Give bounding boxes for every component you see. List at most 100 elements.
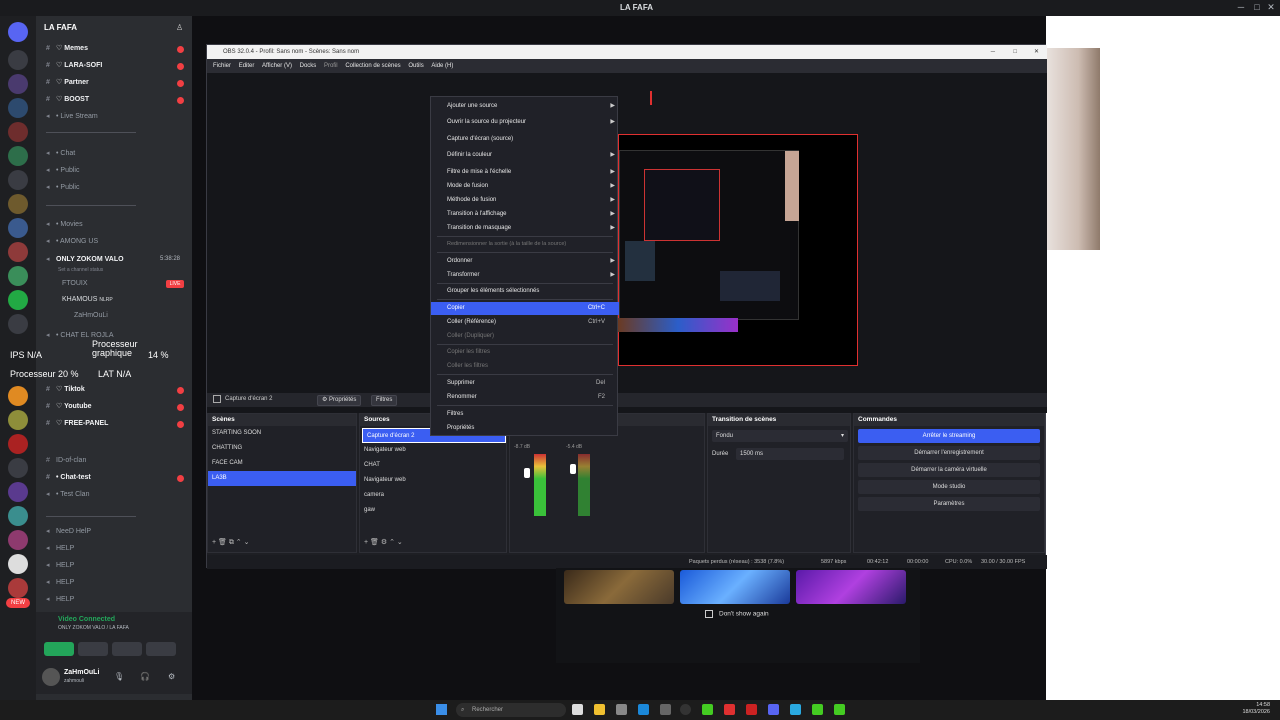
- scene-item[interactable]: CHATTING: [208, 441, 356, 456]
- windows-start-icon[interactable]: [436, 704, 447, 715]
- menu-item-blend-mode[interactable]: Mode de fusion ▶: [431, 180, 619, 193]
- volume-slider[interactable]: [570, 464, 576, 474]
- channel-item[interactable]: ◂ NeeD HelP: [46, 525, 91, 539]
- server-icon[interactable]: [8, 410, 28, 430]
- channel-item[interactable]: ◂ HELP: [46, 542, 74, 556]
- channel-item[interactable]: ◂ • Test Clan: [46, 488, 89, 502]
- menu-item-properties[interactable]: Propriétés: [431, 422, 619, 435]
- stop-streaming-button[interactable]: Arrêter le streaming: [858, 429, 1040, 443]
- app-icon[interactable]: [724, 704, 735, 715]
- server-icon[interactable]: [8, 50, 28, 70]
- avatar[interactable]: [42, 668, 60, 686]
- voice-member[interactable]: KHAMOUS NLRP: [62, 293, 113, 307]
- server-icon[interactable]: [8, 194, 28, 214]
- source-item[interactable]: CHAT: [360, 458, 506, 473]
- menu-item-filters[interactable]: Filtres: [431, 408, 619, 421]
- properties-button[interactable]: ⚙ Propriétés: [317, 395, 362, 406]
- menu-edit[interactable]: Editer: [239, 59, 255, 73]
- server-icon[interactable]: [8, 218, 28, 238]
- server-icon[interactable]: [8, 74, 28, 94]
- voice-connected-sub[interactable]: ONLY ZOKOM VALO / LA FAFA: [58, 625, 129, 631]
- menu-scene-collection[interactable]: Collection de scènes: [345, 59, 400, 73]
- menu-profile[interactable]: Profil: [324, 59, 338, 73]
- browser-icon[interactable]: [790, 704, 801, 715]
- discord-icon[interactable]: [768, 704, 779, 715]
- channel-item[interactable]: # ♡ FREE-PANEL: [46, 417, 108, 431]
- mic-icon[interactable]: 🎙: [114, 672, 124, 681]
- scene-item[interactable]: FACE CAM: [208, 456, 356, 471]
- scene-item[interactable]: LA3B: [208, 471, 356, 486]
- razer-icon[interactable]: [812, 704, 823, 715]
- menu-help[interactable]: Aide (H): [431, 59, 453, 73]
- source-item[interactable]: Navigateur web: [360, 443, 506, 458]
- app-icon[interactable]: [660, 704, 671, 715]
- settings-app-icon[interactable]: [616, 704, 627, 715]
- file-explorer-icon[interactable]: [594, 704, 605, 715]
- taskbar-clock[interactable]: 14:58 18/03/2026: [1242, 702, 1270, 716]
- channel-item[interactable]: # ♡ Tiktok: [46, 383, 85, 397]
- channel-status[interactable]: Set a channel status: [58, 263, 103, 277]
- close-icon[interactable]: ✕: [1034, 45, 1039, 59]
- server-icon[interactable]: [8, 122, 28, 142]
- server-icon[interactable]: [8, 266, 28, 286]
- server-name[interactable]: LA FAFA: [44, 21, 77, 35]
- minimize-icon[interactable]: ─: [991, 45, 995, 59]
- channel-item[interactable]: ◂ • Live Stream: [46, 110, 98, 124]
- server-icon[interactable]: [8, 290, 28, 310]
- channel-item[interactable]: ◂ • Public: [46, 164, 79, 178]
- menu-item-scale-filter[interactable]: Filtre de mise à l'échelle ▶: [431, 166, 619, 179]
- camera-button[interactable]: [44, 642, 74, 656]
- task-view-icon[interactable]: [572, 704, 583, 715]
- channel-item[interactable]: ◂ • Public: [46, 181, 79, 195]
- menu-item-add-source[interactable]: Ajouter une source ▶: [431, 100, 619, 113]
- duration-input[interactable]: 1500 ms: [736, 448, 844, 460]
- channel-item[interactable]: ◂ • AMONG US: [46, 235, 98, 249]
- scene-item[interactable]: STARTING SOON: [208, 426, 356, 441]
- activity-button[interactable]: [112, 642, 142, 656]
- add-source-icon[interactable]: + 🗑 ⚙ ⌃ ⌄: [364, 538, 403, 546]
- channel-item[interactable]: # ♡ Youtube: [46, 400, 92, 414]
- menu-item-group[interactable]: Grouper les éléments sélectionnés: [431, 285, 619, 298]
- server-icon[interactable]: [8, 434, 28, 454]
- app-icon[interactable]: [746, 704, 757, 715]
- razer-icon[interactable]: [702, 704, 713, 715]
- source-item[interactable]: camera: [360, 488, 506, 503]
- server-icon[interactable]: [8, 530, 28, 550]
- menu-item-paste-reference[interactable]: Coller (Référence) Ctrl+V: [431, 316, 619, 329]
- minimize-icon[interactable]: ─: [1236, 2, 1246, 12]
- volume-slider[interactable]: [524, 468, 530, 478]
- transition-select[interactable]: Fondu ▾: [712, 430, 848, 442]
- checkbox[interactable]: [705, 610, 713, 618]
- server-icon[interactable]: [8, 482, 28, 502]
- settings-button[interactable]: Paramètres: [858, 497, 1040, 511]
- server-icon[interactable]: [8, 98, 28, 118]
- menu-file[interactable]: Fichier: [213, 59, 231, 73]
- game-thumbnail[interactable]: [564, 570, 674, 604]
- filters-button[interactable]: Filtres: [371, 395, 398, 406]
- menu-item-color[interactable]: Définir la couleur ▶: [431, 149, 619, 162]
- taskbar-search[interactable]: ⌕ Rechercher: [456, 703, 566, 717]
- gear-icon[interactable]: ⚙: [168, 672, 175, 681]
- start-recording-button[interactable]: Démarrer l'enregistrement: [858, 446, 1040, 460]
- menu-item-blend-method[interactable]: Méthode de fusion ▶: [431, 194, 619, 207]
- close-icon[interactable]: ✕: [1266, 2, 1276, 12]
- maximize-icon[interactable]: □: [1013, 45, 1017, 59]
- channel-item[interactable]: # ♡ Memes: [46, 42, 88, 56]
- menu-view[interactable]: Afficher (V): [262, 59, 292, 73]
- channel-item[interactable]: # ♡ Partner: [46, 76, 89, 90]
- server-icon[interactable]: [8, 314, 28, 334]
- menu-item-delete[interactable]: Supprimer Del: [431, 377, 619, 390]
- menu-docks[interactable]: Docks: [300, 59, 317, 73]
- app-icon[interactable]: [834, 704, 845, 715]
- menu-item-transform[interactable]: Transformer ▶: [431, 269, 619, 282]
- dont-show-again[interactable]: Don't show again: [705, 610, 769, 618]
- channel-item[interactable]: ◂ HELP: [46, 576, 74, 590]
- menu-item-hide-transition[interactable]: Transition de masquage ▶: [431, 222, 619, 235]
- server-icon[interactable]: [8, 554, 28, 574]
- server-icon[interactable]: [8, 386, 28, 406]
- server-icon[interactable]: [8, 458, 28, 478]
- obs-icon[interactable]: [680, 704, 691, 715]
- channel-item[interactable]: ◂ • Chat: [46, 147, 75, 161]
- server-icon[interactable]: [8, 146, 28, 166]
- source-item[interactable]: Navigateur web: [360, 473, 506, 488]
